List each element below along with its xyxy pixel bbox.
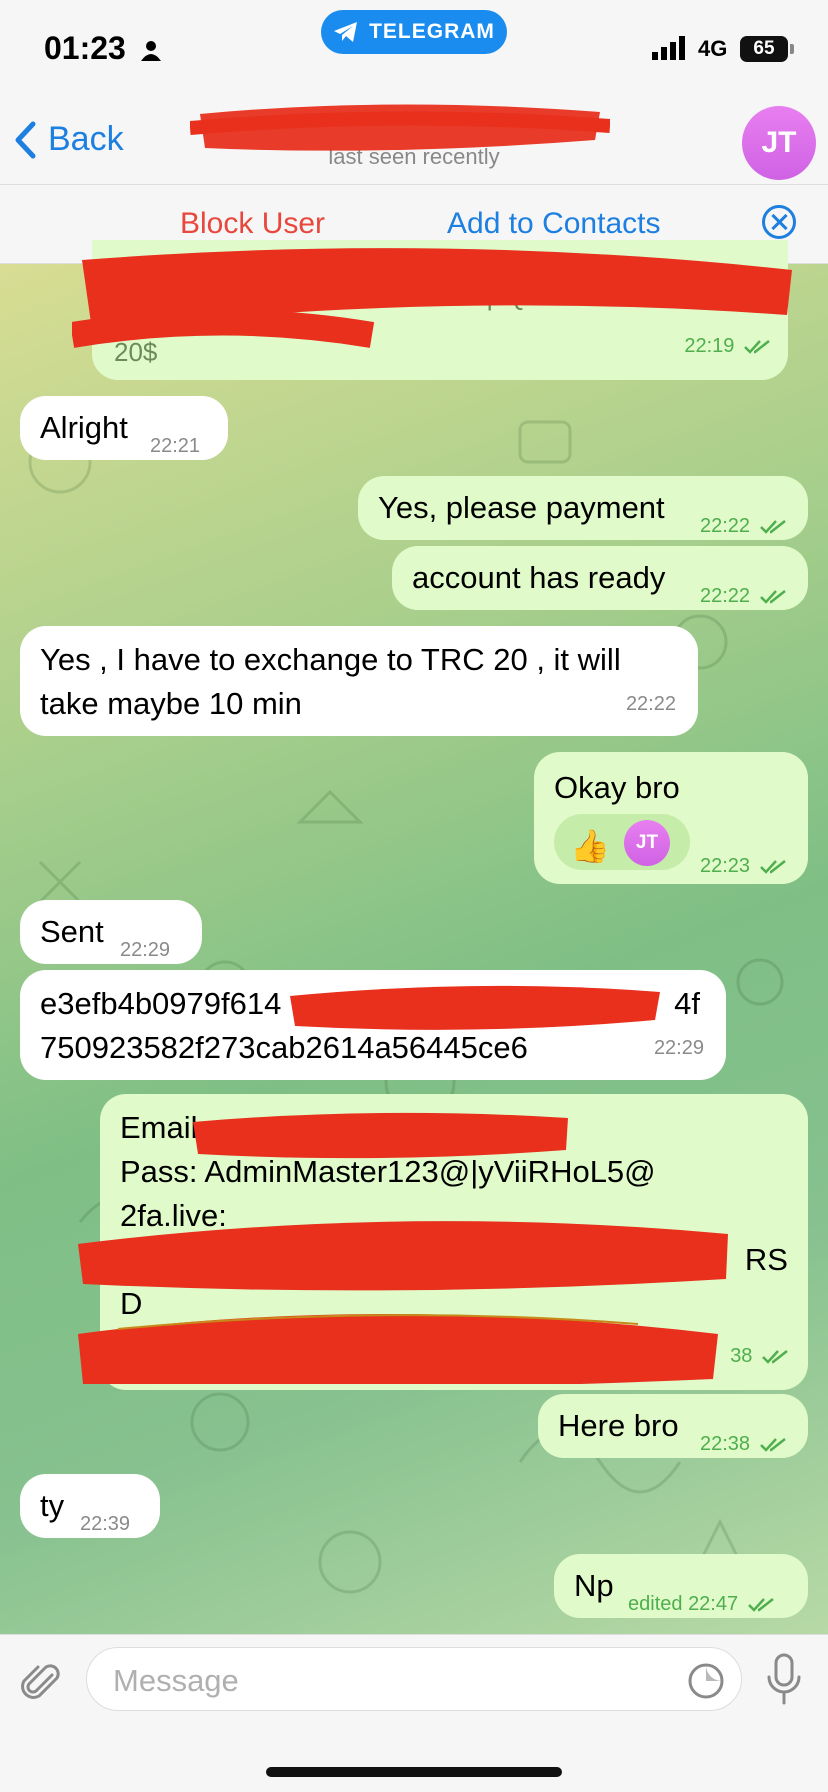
message-meta: 38: [730, 1334, 790, 1378]
message-line1-row: e3efb4b0979f614 4f: [40, 982, 700, 1030]
message-time: 22:21: [150, 435, 201, 457]
person-icon: [141, 41, 161, 61]
message-meta: 22:22: [700, 574, 788, 618]
message-text-line1-end: 4f: [674, 986, 700, 1021]
microphone-icon[interactable]: [766, 1653, 802, 1705]
status-time: 01:23: [44, 30, 126, 66]
message-incoming[interactable]: ty 22:39: [20, 1474, 160, 1538]
message-time: 22:19: [684, 335, 735, 357]
sticker-icon[interactable]: [687, 1662, 725, 1700]
telegram-plane-icon: [334, 22, 358, 42]
message-text: Np: [574, 1568, 614, 1603]
message-text: account has ready: [412, 560, 666, 595]
reaction-chip[interactable]: 👍 JT: [554, 814, 690, 870]
network-type: 4G: [698, 36, 728, 61]
chat-header: Back last seen recently JT: [0, 100, 828, 184]
message-text: Alright: [40, 410, 128, 445]
double-check-icon: [747, 1597, 774, 1612]
message-time: 22:38: [700, 1433, 751, 1455]
message-outgoing[interactable]: Here bro 22:38: [538, 1394, 808, 1458]
message-time: 22:29: [653, 1037, 704, 1059]
message-text-line1: Yes , I have to exchange to TRC 20 , it …: [40, 642, 621, 677]
telegram-app-pill[interactable]: TELEGRAM: [321, 10, 507, 54]
message-meta: 22:23: [700, 844, 788, 888]
signal-icon: [652, 36, 685, 60]
status-bar: 01:23 TELEGRAM 4G 65: [0, 0, 828, 100]
add-to-contacts-button[interactable]: Add to Contacts: [447, 207, 660, 241]
reactor-avatar: JT: [624, 820, 670, 866]
message-time: 22:47: [688, 1593, 739, 1615]
message-input[interactable]: [111, 1662, 675, 1700]
home-indicator[interactable]: [266, 1767, 562, 1777]
message-text: ty: [40, 1488, 65, 1523]
close-icon[interactable]: [762, 205, 796, 239]
composer-bar: [0, 1634, 828, 1792]
double-check-icon: [759, 589, 786, 604]
message-text: Sent: [40, 914, 104, 949]
double-check-icon: [762, 1349, 788, 1364]
block-user-button[interactable]: Block User: [180, 207, 325, 241]
battery-icon: 65: [740, 36, 788, 62]
attach-paperclip-icon[interactable]: [20, 1661, 64, 1705]
message-time: 22:39: [80, 1513, 131, 1535]
message-text: Okay bro: [554, 770, 680, 805]
thumbs-up-icon: 👍: [570, 828, 610, 864]
redaction-scribble: [78, 1112, 728, 1384]
message-incoming[interactable]: Yes , I have to exchange to TRC 20 , it …: [20, 626, 698, 736]
battery-level: 65: [753, 38, 775, 59]
message-outgoing[interactable]: Okay bro 👍 JT 22:23: [534, 752, 808, 884]
message-outgoing[interactable]: Np edited 22:47: [554, 1554, 808, 1618]
redacted-contact-name: [190, 104, 610, 151]
message-outgoing[interactable]: Email: morganltl88s@ Pass: AdminMaster12…: [78, 1094, 808, 1390]
battery-tip: [790, 44, 794, 54]
message-text-line2: take maybe 10 min: [40, 686, 302, 721]
double-check-icon: [744, 339, 770, 354]
message-time: 22:23: [700, 855, 751, 877]
message-meta: 22:22: [700, 504, 788, 548]
message-outgoing[interactable]: TKG3gWW1PoFqocbdxrb8ReZqzQ9ktk1v 20$ 22:…: [72, 240, 792, 380]
double-check-icon: [759, 1437, 786, 1452]
message-incoming[interactable]: Alright 22:21: [20, 396, 228, 460]
message-outgoing[interactable]: Yes, please payment 22:22: [358, 476, 808, 540]
message-incoming[interactable]: Sent 22:29: [20, 900, 202, 964]
telegram-chat-screen: 01:23 TELEGRAM 4G 65 Back last seen rece…: [0, 0, 828, 1792]
message-time: 22:22: [625, 693, 676, 715]
message-time: 22:29: [120, 939, 171, 961]
message-meta: edited 22:47: [628, 1582, 776, 1626]
message-text: Yes, please payment: [378, 490, 665, 525]
message-text-line1: e3efb4b0979f614: [40, 986, 282, 1021]
message-incoming[interactable]: e3efb4b0979f614 4f 750923582f273cab2614a…: [20, 970, 726, 1080]
message-meta: 22:38: [700, 1422, 788, 1466]
redaction-scribble: [290, 985, 660, 1030]
double-check-icon: [759, 859, 786, 874]
message-meta: 22:19: [684, 324, 772, 368]
message-input-field[interactable]: [86, 1647, 742, 1711]
edited-label: edited: [628, 1593, 683, 1615]
app-pill-label: TELEGRAM: [369, 20, 495, 43]
message-time: 38: [730, 1345, 753, 1367]
contact-avatar[interactable]: JT: [742, 106, 816, 180]
message-outgoing[interactable]: account has ready 22:22: [392, 546, 808, 610]
message-text: Here bro: [558, 1408, 679, 1443]
message-time: 22:22: [700, 515, 751, 537]
message-time: 22:22: [700, 585, 751, 607]
double-check-icon: [759, 519, 786, 534]
